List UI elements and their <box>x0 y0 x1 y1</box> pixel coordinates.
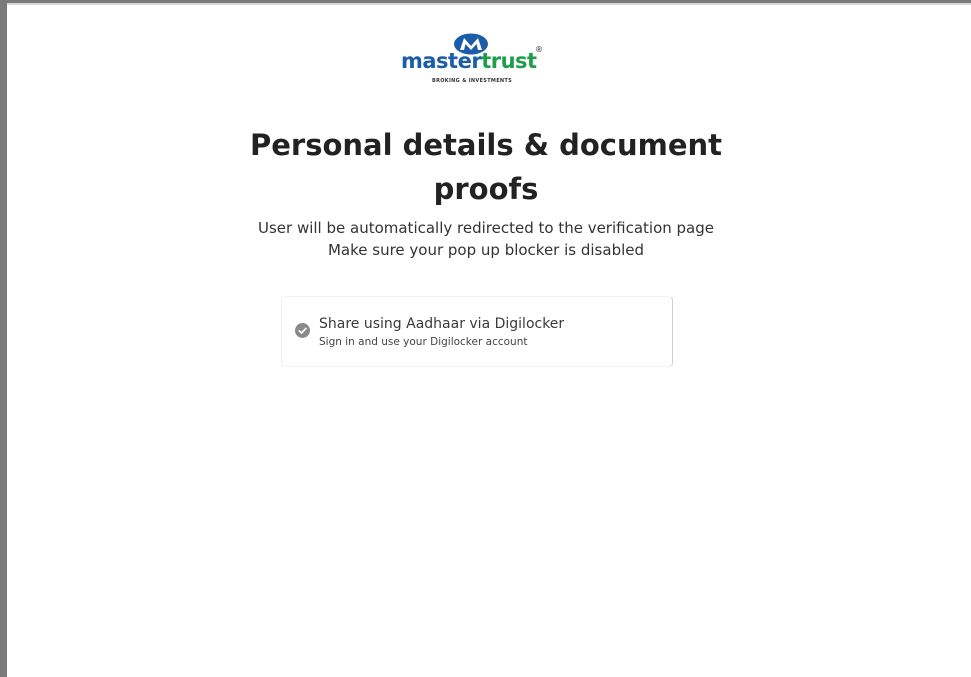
logo-tagline: BROKING & INVESTMENTS <box>432 78 513 84</box>
logo-word-trust: trust <box>481 49 537 73</box>
digilocker-option-card[interactable]: Share using Aadhaar via Digilocker Sign … <box>281 296 673 367</box>
page-title: Personal details & document proofs <box>249 128 723 206</box>
logo-word-master: master <box>401 49 482 73</box>
check-circle-icon <box>295 323 310 338</box>
registered-mark: ® <box>535 45 543 54</box>
mastertrust-logo: mastertrust ® BROKING & INVESTMENTS <box>401 33 561 89</box>
page-frame: mastertrust ® BROKING & INVESTMENTS Pers… <box>0 0 971 677</box>
option-title: Share using Aadhaar via Digilocker <box>319 316 565 332</box>
redirect-notice: User will be automatically redirected to… <box>257 219 714 237</box>
popup-blocker-notice: Make sure your pop up blocker is disable… <box>327 241 645 259</box>
logo-wordmark: mastertrust <box>401 49 537 73</box>
option-description: Sign in and use your Digilocker account <box>319 336 528 348</box>
